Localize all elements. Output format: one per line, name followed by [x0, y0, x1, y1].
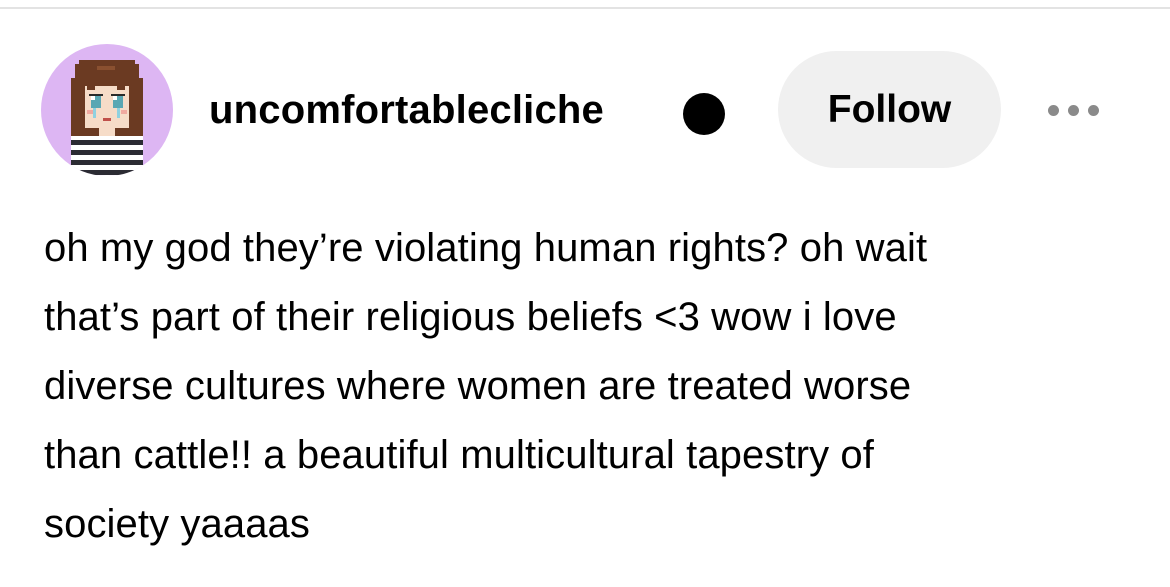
post-card: uncomfortablecliche Follow oh my god the…: [0, 0, 1170, 587]
pixel-art-girl-avatar-icon: [71, 60, 143, 176]
post-header: uncomfortablecliche Follow: [41, 44, 1131, 176]
top-divider: [0, 7, 1170, 9]
post-body-line: society yaaaas: [44, 502, 310, 546]
post-body-line: oh my god they’re violating human rights…: [44, 226, 928, 270]
post-body-line: than cattle!! a beautiful multicultural …: [44, 433, 874, 477]
status-dot-icon: [683, 93, 725, 135]
post-body-line: that’s part of their religious beliefs <…: [44, 295, 897, 339]
post-body: oh my god they’re violating human rights…: [44, 214, 1144, 559]
ellipsis-icon: [1068, 105, 1079, 116]
user-avatar[interactable]: [41, 44, 173, 176]
ellipsis-icon: [1048, 105, 1059, 116]
ellipsis-icon: [1088, 105, 1099, 116]
more-options-button[interactable]: [1042, 98, 1106, 122]
username[interactable]: uncomfortablecliche: [209, 86, 604, 134]
follow-button[interactable]: Follow: [778, 51, 1001, 168]
post-body-line: diverse cultures where women are treated…: [44, 364, 912, 408]
